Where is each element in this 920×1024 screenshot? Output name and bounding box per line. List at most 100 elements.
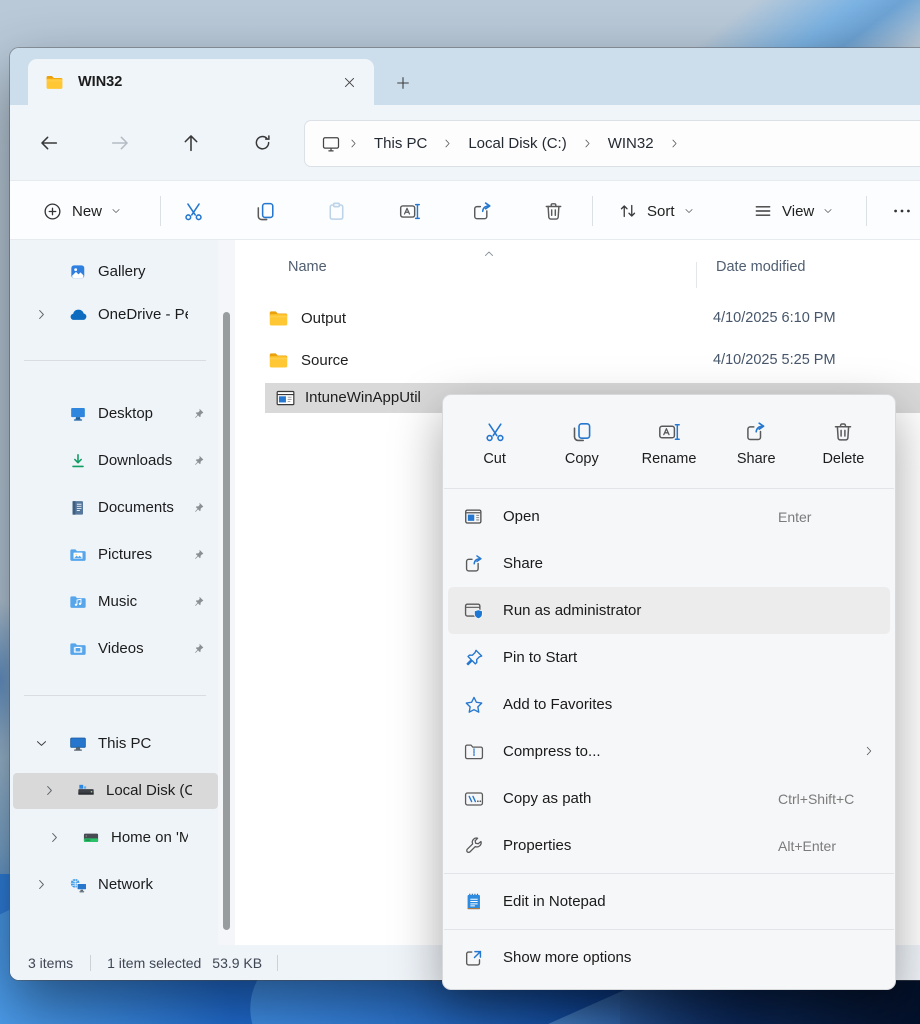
address-bar[interactable]: This PC Local Disk (C:) WIN32: [305, 121, 920, 166]
sidebar-item-downloads[interactable]: Downloads: [18, 443, 214, 479]
plus-icon: [395, 75, 411, 91]
copy-button[interactable]: [245, 192, 285, 230]
breadcrumb-chevron-icon[interactable]: [435, 138, 460, 149]
menu-item-label: Compress to...: [503, 743, 778, 760]
up-button[interactable]: [172, 124, 209, 161]
pin-icon: [192, 454, 205, 467]
pin-icon: [192, 407, 205, 420]
menu-item-edit-in-notepad[interactable]: Edit in Notepad: [448, 878, 890, 925]
column-divider[interactable]: [696, 262, 697, 288]
sidebar-item-documents[interactable]: Documents: [18, 490, 214, 526]
menu-item-show-more-options[interactable]: Show more options: [448, 934, 890, 981]
breadcrumb-chevron-icon[interactable]: [341, 138, 366, 149]
breadcrumb-local-disk[interactable]: Local Disk (C:): [460, 131, 574, 156]
menu-item-properties[interactable]: Properties Alt+Enter: [448, 822, 890, 869]
chevron-right-icon[interactable]: [35, 878, 48, 891]
quick-action-delete[interactable]: Delete: [800, 402, 887, 484]
tab-folder-icon: [45, 73, 64, 92]
back-button[interactable]: [30, 124, 67, 161]
videos-icon: [68, 639, 88, 664]
back-icon: [38, 132, 60, 154]
sidebar-item-videos[interactable]: Videos: [18, 631, 214, 667]
more-options-button[interactable]: [882, 192, 920, 230]
sidebar-item-label: Videos: [98, 631, 188, 667]
sidebar-scrollbar-track[interactable]: [218, 240, 235, 945]
column-headers: Name Date modified: [235, 252, 920, 286]
new-button[interactable]: New: [30, 192, 133, 230]
chevron-right-icon[interactable]: [43, 784, 56, 797]
sidebar-item-onedrive[interactable]: OneDrive - Perso: [18, 297, 214, 333]
delete-button[interactable]: [533, 192, 573, 230]
selection-count: 1 item selected: [107, 955, 201, 971]
star-icon: [462, 694, 486, 716]
breadcrumb-win32[interactable]: WIN32: [600, 131, 662, 156]
quick-action-copy[interactable]: Copy: [538, 402, 625, 484]
cut-icon: [182, 200, 205, 223]
sort-ascending-icon[interactable]: [483, 248, 495, 264]
menu-separator: [444, 488, 894, 489]
breadcrumb-chevron-icon[interactable]: [662, 138, 687, 149]
chevron-right-icon[interactable]: [35, 308, 48, 321]
explorer-tab[interactable]: WIN32: [28, 59, 374, 105]
cut-button[interactable]: [173, 192, 213, 230]
file-date: 4/10/2025 5:25 PM: [713, 342, 836, 379]
sidebar-item-network[interactable]: Network: [18, 867, 214, 903]
sidebar-item-label: Music: [98, 584, 188, 620]
chevron-down-icon: [823, 206, 833, 216]
quick-action-share[interactable]: Share: [713, 402, 800, 484]
menu-item-add-to-favorites[interactable]: Add to Favorites: [448, 681, 890, 728]
sidebar-item-pictures[interactable]: Pictures: [18, 537, 214, 573]
sort-button-label: Sort: [647, 203, 675, 220]
paste-button[interactable]: [316, 192, 356, 230]
rename-icon: [657, 420, 681, 444]
chevron-down-icon[interactable]: [35, 737, 48, 750]
chevron-right-icon[interactable]: [48, 831, 61, 844]
view-button[interactable]: View: [743, 192, 843, 230]
sidebar-item-music[interactable]: Music: [18, 584, 214, 620]
pictures-icon: [68, 545, 88, 570]
music-icon: [68, 592, 88, 617]
column-header-name[interactable]: Name: [288, 259, 327, 275]
sidebar-item-this-pc[interactable]: This PC: [18, 726, 214, 762]
folder-icon: [268, 308, 289, 329]
tab-close-button[interactable]: [336, 69, 362, 95]
column-header-date-modified[interactable]: Date modified: [716, 259, 805, 275]
menu-item-compress-to[interactable]: Compress to...: [448, 728, 890, 775]
share-button[interactable]: [462, 192, 502, 230]
menu-item-copy-as-path[interactable]: Copy as path Ctrl+Shift+C: [448, 775, 890, 822]
sidebar-item-local-disk[interactable]: Local Disk (C:): [13, 773, 218, 809]
copy-icon: [254, 200, 277, 223]
sidebar-item-label: Home on 'Mac: [111, 820, 188, 856]
menu-item-label: Open: [503, 508, 778, 525]
submenu-chevron-icon: [863, 745, 875, 757]
menu-item-pin-to-start[interactable]: Pin to Start: [448, 634, 890, 681]
sort-button[interactable]: Sort: [608, 192, 704, 230]
new-tab-button[interactable]: [388, 69, 418, 97]
quick-action-cut[interactable]: Cut: [451, 402, 538, 484]
sidebar-item-desktop[interactable]: Desktop: [18, 396, 214, 432]
sidebar-item-home-server[interactable]: Home on 'Mac: [18, 820, 214, 856]
forward-button[interactable]: [101, 124, 138, 161]
menu-item-label: Run as administrator: [503, 602, 778, 619]
menu-item-run-as-administrator[interactable]: Run as administrator: [448, 587, 890, 634]
wrench-icon: [462, 835, 486, 857]
up-icon: [180, 132, 202, 154]
breadcrumb-chevron-icon[interactable]: [575, 138, 600, 149]
file-row-output[interactable]: Output 4/10/2025 6:10 PM: [235, 300, 920, 337]
menu-item-share[interactable]: Share: [448, 540, 890, 587]
quick-action-rename[interactable]: Rename: [625, 402, 712, 484]
breadcrumb-this-pc[interactable]: This PC: [366, 131, 435, 156]
menu-item-open[interactable]: Open Enter: [448, 493, 890, 540]
sidebar-separator: [24, 360, 206, 361]
tab-title: WIN32: [78, 74, 336, 90]
rename-button[interactable]: [389, 192, 429, 230]
file-row-source[interactable]: Source 4/10/2025 5:25 PM: [235, 342, 920, 379]
menu-item-label: Show more options: [503, 949, 778, 966]
item-count: 3 items: [28, 955, 73, 971]
sidebar-scrollbar-thumb[interactable]: [223, 312, 230, 930]
quick-actions-row: Cut Copy Rename Share Delete: [443, 402, 895, 484]
menu-item-label: Copy as path: [503, 790, 778, 807]
quick-action-label: Share: [737, 451, 776, 467]
sidebar-item-gallery[interactable]: Gallery: [18, 254, 214, 290]
refresh-button[interactable]: [244, 124, 281, 161]
